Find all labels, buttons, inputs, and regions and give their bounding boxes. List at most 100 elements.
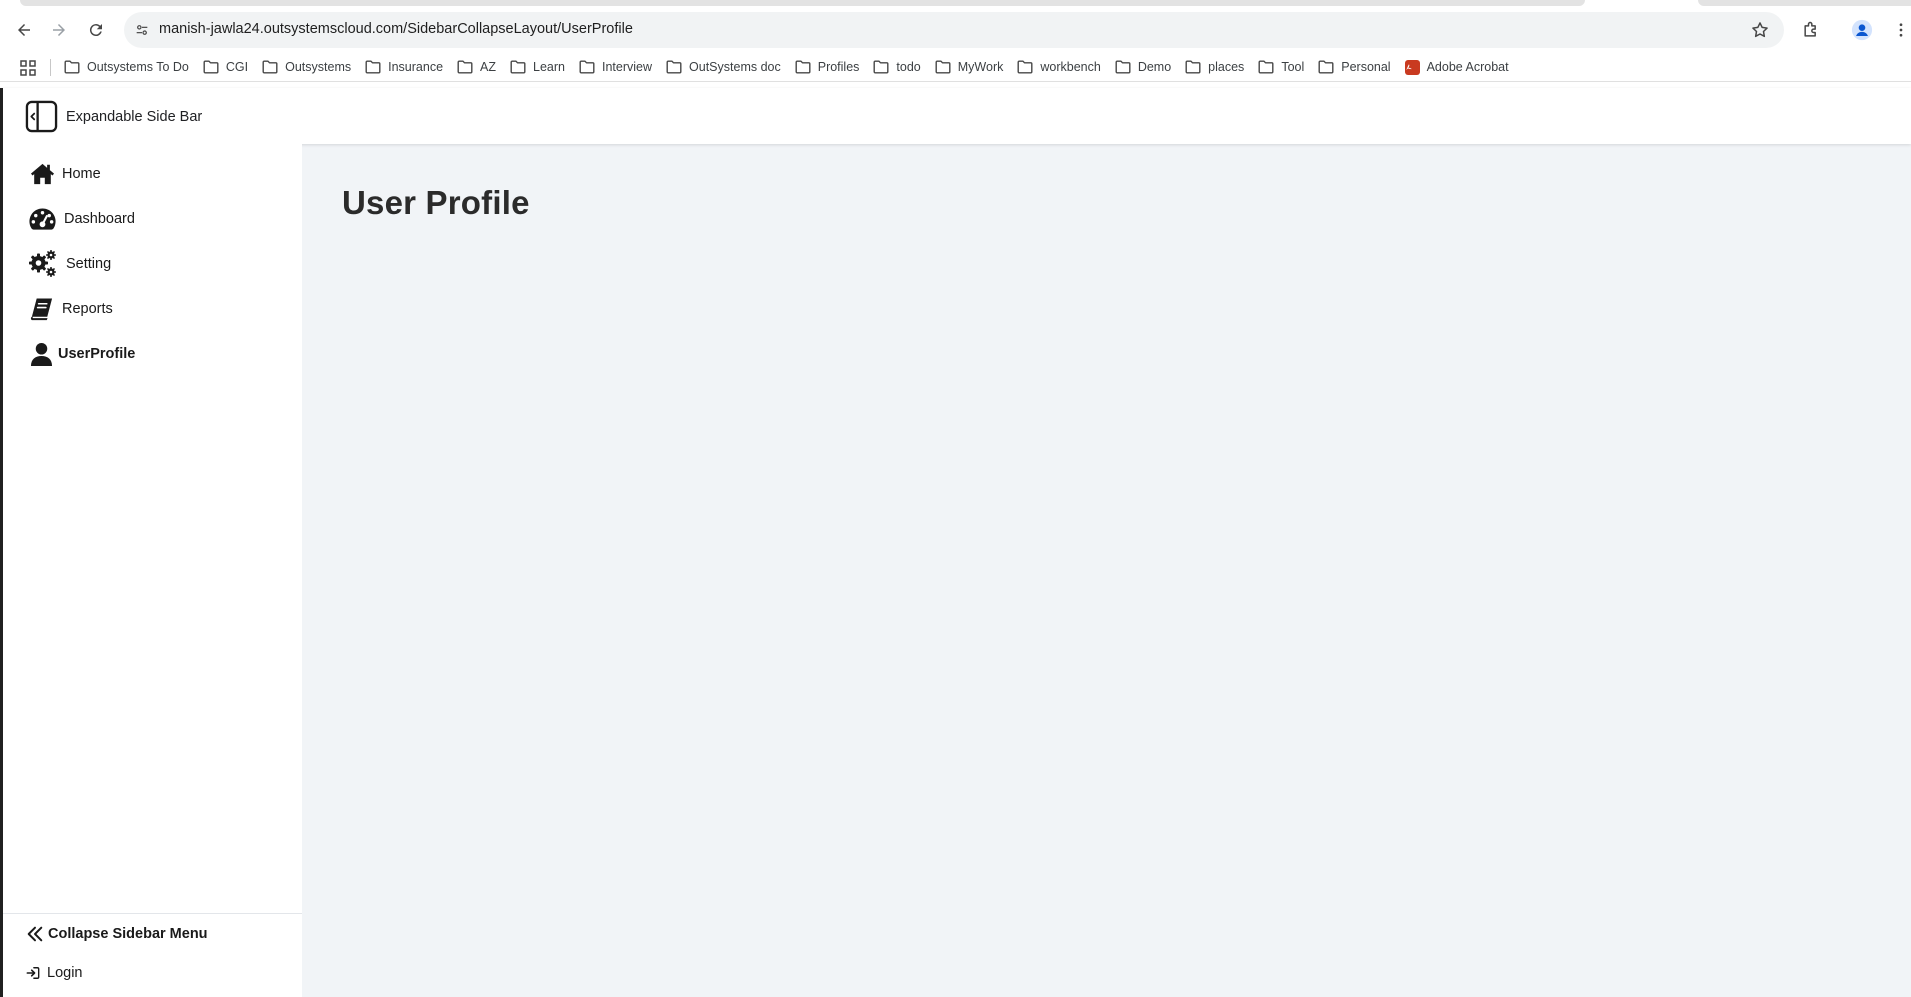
bookmark-label: places bbox=[1208, 60, 1245, 74]
bookmark-item[interactable]: Outsystems To Do bbox=[58, 54, 195, 80]
sidebar: Home Dashboard Setting Reports UserProfi… bbox=[0, 144, 302, 997]
profile-button[interactable] bbox=[1848, 16, 1876, 44]
folder-icon bbox=[1258, 60, 1281, 74]
bookmark-item[interactable]: workbench bbox=[1011, 54, 1106, 80]
user-icon bbox=[26, 339, 56, 369]
home-icon bbox=[27, 159, 57, 189]
bookmark-item[interactable]: Tool bbox=[1252, 54, 1310, 80]
sidebar-item-label: Reports bbox=[62, 301, 113, 317]
active-tab[interactable] bbox=[20, 0, 1585, 6]
tune-icon bbox=[136, 25, 148, 35]
folder-icon bbox=[873, 60, 896, 74]
bookmark-item[interactable]: CGI bbox=[197, 54, 254, 80]
browser-toolbar: manish-jawla24.outsystemscloud.com/Sideb… bbox=[0, 8, 1911, 52]
gears-icon bbox=[28, 249, 58, 279]
arrow-left-icon bbox=[18, 24, 30, 36]
address-bar[interactable]: manish-jawla24.outsystemscloud.com/Sideb… bbox=[124, 12, 1784, 48]
reload-button[interactable] bbox=[82, 16, 110, 44]
sidebar-item-label: Home bbox=[62, 166, 101, 182]
folder-icon bbox=[1185, 60, 1208, 74]
bookmark-item[interactable]: Learn bbox=[504, 54, 571, 80]
collapse-sidebar-button[interactable]: Collapse Sidebar Menu bbox=[26, 922, 208, 946]
sidebar-item-home[interactable]: Home bbox=[0, 154, 302, 194]
app-shell: Expandable Side Bar Home Dashboard Setti… bbox=[0, 88, 1911, 997]
folder-icon bbox=[262, 60, 285, 74]
bookmark-star-icon[interactable] bbox=[1750, 20, 1770, 40]
bookmark-label: Outsystems To Do bbox=[87, 60, 189, 74]
back-button[interactable] bbox=[10, 16, 38, 44]
bookmark-label: AZ bbox=[480, 60, 497, 74]
sidebar-item-userprofile[interactable]: UserProfile bbox=[0, 334, 302, 374]
sidebar-toggle-icon[interactable] bbox=[25, 100, 58, 133]
bookmark-label: Adobe Acrobat bbox=[1426, 60, 1509, 74]
double-chevron-left-icon bbox=[27, 926, 43, 942]
bookmark-item[interactable]: Insurance bbox=[359, 54, 449, 80]
collapse-label: Collapse Sidebar Menu bbox=[48, 926, 208, 942]
url-text[interactable]: manish-jawla24.outsystemscloud.com/Sideb… bbox=[159, 21, 633, 37]
main-content: User Profile bbox=[302, 144, 1911, 997]
bookmarks-bar: Outsystems To Do CGI Outsystems Insurance AZ… bbox=[0, 52, 1911, 82]
bookmark-label: OutSystems doc bbox=[689, 60, 781, 74]
book-icon bbox=[26, 294, 56, 324]
menu-button[interactable] bbox=[1887, 16, 1911, 44]
bookmark-label: workbench bbox=[1040, 60, 1101, 74]
sidebar-item-reports[interactable]: Reports bbox=[0, 289, 302, 329]
login-link[interactable]: Login bbox=[26, 962, 82, 984]
app-header: Expandable Side Bar bbox=[0, 88, 1911, 144]
bookmark-label: Tool bbox=[1281, 60, 1305, 74]
sidebar-item-label: Dashboard bbox=[64, 211, 135, 227]
sidebar-item-dashboard[interactable]: Dashboard bbox=[0, 199, 302, 239]
page-title: User Profile bbox=[342, 184, 530, 221]
bookmark-label: Learn bbox=[533, 60, 565, 74]
sidebar-footer: Collapse Sidebar Menu Login bbox=[0, 913, 302, 997]
bookmark-item[interactable]: OutSystems doc bbox=[660, 54, 787, 80]
puzzle-icon bbox=[1804, 21, 1816, 37]
bookmark-item[interactable]: Interview bbox=[573, 54, 658, 80]
site-info-button[interactable] bbox=[130, 18, 154, 42]
app-title: Expandable Side Bar bbox=[66, 109, 203, 125]
more-vert-icon bbox=[1899, 23, 1903, 37]
sign-in-icon bbox=[26, 967, 40, 979]
forward-button[interactable] bbox=[45, 16, 73, 44]
tab-strip bbox=[0, 0, 1911, 8]
bookmark-item[interactable]: Demo bbox=[1109, 54, 1177, 80]
extensions-button[interactable] bbox=[1797, 16, 1825, 44]
folder-icon bbox=[579, 60, 602, 74]
folder-icon bbox=[1017, 60, 1040, 74]
bookmark-item[interactable]: MyWork bbox=[929, 54, 1010, 80]
bookmark-item[interactable]: places bbox=[1179, 54, 1250, 80]
folder-icon bbox=[666, 60, 689, 74]
bookmark-item[interactable]: Profiles bbox=[789, 54, 866, 80]
bookmark-label: Profiles bbox=[817, 60, 860, 74]
folder-icon bbox=[457, 60, 480, 74]
bookmark-list: Outsystems To Do CGI Outsystems Insurance AZ… bbox=[58, 52, 1517, 82]
folder-icon bbox=[1318, 60, 1341, 74]
inactive-tab[interactable] bbox=[1698, 0, 1911, 6]
sidebar-item-label: Setting bbox=[66, 256, 112, 272]
bookmarks-separator bbox=[50, 59, 51, 76]
apps-grid-icon[interactable] bbox=[20, 60, 36, 76]
folder-icon bbox=[1115, 60, 1138, 74]
bookmark-label: todo bbox=[896, 60, 921, 74]
sidebar-item-setting[interactable]: Setting bbox=[0, 244, 302, 284]
arrow-right-icon bbox=[53, 24, 65, 36]
dashboard-icon bbox=[27, 204, 57, 234]
login-label: Login bbox=[47, 965, 83, 981]
bookmark-label: Outsystems bbox=[285, 60, 352, 74]
reload-icon bbox=[89, 24, 102, 37]
bookmark-label: Interview bbox=[602, 60, 653, 74]
adobe-acrobat-icon bbox=[1404, 59, 1420, 75]
sidebar-item-label: UserProfile bbox=[58, 346, 136, 362]
folder-icon bbox=[795, 60, 818, 74]
folder-icon bbox=[64, 60, 87, 74]
folder-icon bbox=[935, 60, 958, 74]
window-edge bbox=[0, 88, 3, 997]
bookmark-label: Insurance bbox=[388, 60, 444, 74]
bookmark-item[interactable]: todo bbox=[867, 54, 926, 80]
avatar-icon bbox=[1851, 19, 1873, 41]
bookmark-item[interactable]: AZ bbox=[451, 54, 502, 80]
bookmark-item[interactable]: Outsystems bbox=[256, 54, 357, 80]
bookmark-item[interactable]: Adobe Acrobat bbox=[1399, 54, 1515, 80]
bookmark-label: CGI bbox=[225, 60, 249, 74]
bookmark-item[interactable]: Personal bbox=[1312, 54, 1396, 80]
